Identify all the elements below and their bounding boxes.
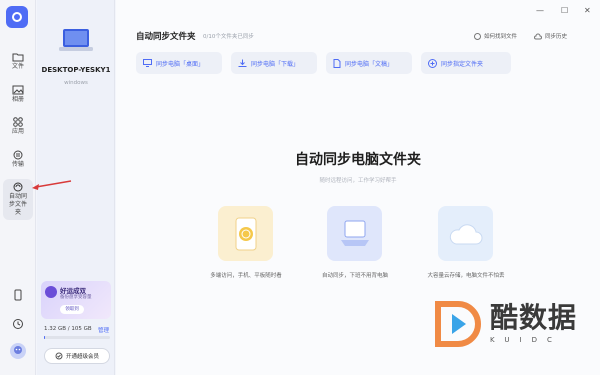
image-icon [12, 85, 24, 95]
minimize-button[interactable]: — [536, 6, 544, 15]
sync-icon [13, 182, 23, 192]
avatar-icon [10, 343, 26, 359]
cloud-icon [449, 223, 482, 244]
vip-icon [55, 352, 63, 360]
feature-caption: 大容量云存储，电脑文件不怕丢 [427, 273, 505, 279]
page-title: 自动同步文件夹 [136, 32, 196, 42]
rail-item-label: 传输 [11, 161, 24, 168]
help-icon [474, 32, 481, 40]
avatar[interactable] [0, 342, 36, 360]
add-icon [428, 58, 437, 68]
storage-usage: 1.32 GB / 105 GB [44, 326, 92, 332]
phone-coin-icon [235, 217, 256, 250]
vip-button-label: 开通超级会员 [65, 354, 99, 360]
rail-item-label: 应用 [11, 128, 24, 135]
transfer-icon [13, 150, 23, 160]
device-os: windows [64, 80, 88, 86]
hero-title: 自动同步电脑文件夹 [295, 152, 421, 168]
laptop-icon [59, 29, 93, 51]
rail-item-files[interactable]: 文件 [0, 52, 36, 71]
phone-button[interactable] [0, 289, 36, 301]
device-name[interactable]: DESKTOP-YESKY1 [37, 66, 115, 74]
storage-bar [44, 336, 110, 339]
sync-pill-label: 同步电脑「文稿」 [345, 60, 394, 68]
document-icon [333, 58, 341, 68]
app-logo-icon[interactable] [6, 6, 28, 28]
sync-custom-folder-button[interactable]: 同步指定文件夹 [421, 52, 511, 74]
download-icon [238, 59, 247, 67]
apps-icon [13, 117, 23, 127]
history-link-label: 同步历史 [545, 34, 568, 40]
cloud-history-icon [534, 33, 542, 39]
annotation-arrow-icon [32, 180, 72, 190]
feature-card-multi-device [218, 206, 273, 261]
watermark: 酷数据 KUIDC [430, 296, 590, 356]
storage-bar-fill [44, 336, 46, 339]
promo-subtitle: 备份盘享受容量 [60, 295, 92, 300]
watermark-logo-icon [435, 301, 481, 347]
promo-card[interactable]: 好运成双 备份盘享受容量 领取到 [41, 281, 111, 319]
promo-badge-icon [45, 286, 57, 298]
feature-caption: 多端访问，手机、平板随时看 [210, 273, 282, 279]
storage-manage-link[interactable]: 管理 [98, 326, 109, 334]
sync-pill-label: 同步电脑「下载」 [251, 60, 300, 68]
close-button[interactable]: ✕ [584, 6, 591, 15]
sync-download-button[interactable]: 同步电脑「下载」 [231, 52, 317, 74]
rail-item-apps[interactable]: 应用 [0, 117, 36, 136]
sync-pill-label: 同步指定文件夹 [441, 60, 484, 68]
promo-claim-button[interactable]: 领取到 [60, 305, 84, 314]
folder-icon [12, 53, 24, 62]
feature-card-cloud-storage [438, 206, 493, 261]
help-link[interactable]: 如何找到文件 [474, 32, 517, 40]
sync-count: 0/10个文件夹已同步 [203, 34, 254, 40]
rail-item-label: 自动同步文件夹 [8, 193, 27, 216]
rail-item-transfer[interactable]: 传输 [0, 150, 36, 169]
clock-icon [13, 319, 23, 329]
phone-icon [14, 289, 22, 301]
hero-subtitle: 随时远程访问，工作学习好帮手 [319, 178, 397, 184]
maximize-button[interactable]: ☐ [561, 6, 568, 15]
rail-item-photos[interactable]: 相册 [0, 85, 36, 104]
help-link-label: 如何找到文件 [484, 34, 518, 40]
watermark-subtext: KUIDC [490, 336, 562, 344]
sync-desktop-button[interactable]: 同步电脑「桌面」 [136, 52, 222, 74]
vip-button[interactable]: 开通超级会员 [44, 348, 110, 364]
history-button[interactable] [0, 318, 36, 330]
feature-card-auto-sync [327, 206, 382, 261]
history-link[interactable]: 同步历史 [534, 32, 567, 40]
rail-item-label: 文件 [11, 63, 24, 70]
laptop-icon [340, 220, 369, 246]
sync-pill-label: 同步电脑「桌面」 [156, 60, 205, 68]
rail-item-label: 相册 [11, 96, 24, 103]
watermark-text: 酷数据 [490, 301, 578, 334]
sync-documents-button[interactable]: 同步电脑「文稿」 [326, 52, 412, 74]
feature-caption: 自动同步，下班不用背电脑 [321, 273, 388, 279]
rail-item-auto-sync[interactable]: 自动同步文件夹 [3, 179, 33, 220]
desktop-icon [143, 59, 152, 67]
